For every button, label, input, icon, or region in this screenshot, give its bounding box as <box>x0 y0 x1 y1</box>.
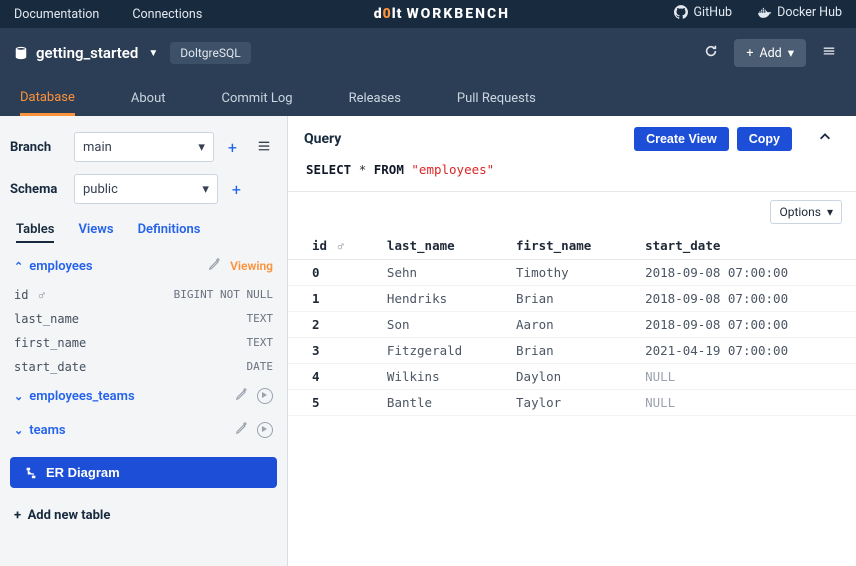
table-header-row: id ♂ last_name first_name start_date <box>288 232 856 260</box>
plus-icon: + <box>14 508 21 523</box>
caret-down-icon: ▼ <box>148 48 158 59</box>
nav-connections[interactable]: Connections <box>132 7 202 22</box>
nav-documentation[interactable]: Documentation <box>14 7 99 22</box>
diagram-icon <box>24 466 38 480</box>
sidebar: Branch main ▾ + Schema public ▾ + Tables… <box>0 116 288 566</box>
viewing-badge: Viewing <box>230 259 273 273</box>
column-row: id ♂BIGINT NOT NULL <box>8 283 279 307</box>
caret-down-icon: ▾ <box>202 182 209 197</box>
edit-table-button[interactable] <box>208 257 222 275</box>
tab-releases[interactable]: Releases <box>349 91 401 116</box>
hamburger-icon <box>822 44 836 58</box>
key-icon: ♂ <box>39 291 45 302</box>
col-header-first-name[interactable]: first_name <box>506 232 635 260</box>
col-header-last-name[interactable]: last_name <box>377 232 506 260</box>
chevron-down-icon: ⌄ <box>14 390 23 403</box>
edit-table-button[interactable] <box>235 421 249 439</box>
branch-label: Branch <box>10 140 66 155</box>
subtab-definitions[interactable]: Definitions <box>138 222 201 243</box>
collapse-query-button[interactable] <box>810 126 840 152</box>
db-header: getting_started ▼ DoltgreSQL + Add ▾ <box>0 28 856 78</box>
caret-down-icon: ▾ <box>198 140 205 155</box>
engine-pill: DoltgreSQL <box>170 42 250 64</box>
table-row[interactable]: 2SonAaron2018-09-08 07:00:00 <box>288 312 856 338</box>
schema-label: Schema <box>10 182 66 197</box>
top-nav: Documentation Connections d0ltWORKBENCH … <box>0 0 856 28</box>
column-list: id ♂BIGINT NOT NULL last_nameTEXT first_… <box>8 283 279 379</box>
column-row: last_nameTEXT <box>8 307 279 331</box>
chevron-up-icon <box>818 130 832 144</box>
list-icon <box>257 139 271 153</box>
schema-select[interactable]: public ▾ <box>74 174 218 204</box>
create-view-button[interactable]: Create View <box>634 127 729 151</box>
sql-text: SELECT * FROM "employees" <box>288 158 856 192</box>
refresh-button[interactable] <box>698 38 724 68</box>
table-row[interactable]: 4WilkinsDaylonNULL <box>288 364 856 390</box>
new-schema-button[interactable]: + <box>226 176 247 203</box>
tab-commit-log[interactable]: Commit Log <box>222 91 293 116</box>
table-item-teams[interactable]: ⌄ teams <box>8 413 279 447</box>
chevron-down-icon: ⌄ <box>14 424 23 437</box>
col-header-id[interactable]: id ♂ <box>288 232 377 260</box>
er-diagram-button[interactable]: ER Diagram <box>10 457 277 488</box>
results-table: id ♂ last_name first_name start_date 0Se… <box>288 232 856 416</box>
subtab-views[interactable]: Views <box>78 222 113 243</box>
col-header-start-date[interactable]: start_date <box>635 232 856 260</box>
github-icon <box>674 5 688 19</box>
add-button[interactable]: + Add ▾ <box>734 39 806 67</box>
table-item-employees[interactable]: ⌃ employees Viewing <box>8 249 279 283</box>
branch-menu-button[interactable] <box>251 134 277 161</box>
main-tabs: Database About Commit Log Releases Pull … <box>0 78 856 116</box>
tab-pull-requests[interactable]: Pull Requests <box>457 91 536 116</box>
column-row: first_nameTEXT <box>8 331 279 355</box>
table-item-employees-teams[interactable]: ⌄ employees_teams <box>8 379 279 413</box>
tab-about[interactable]: About <box>131 91 166 116</box>
nav-github[interactable]: GitHub <box>674 5 732 20</box>
key-icon: ♂ <box>338 242 344 253</box>
run-table-button[interactable] <box>257 422 273 438</box>
app-logo: d0ltWORKBENCH <box>232 6 651 22</box>
caret-down-icon: ▾ <box>827 205 833 219</box>
subtab-tables[interactable]: Tables <box>16 222 54 243</box>
docker-icon <box>757 5 771 19</box>
query-title: Query <box>304 131 341 147</box>
database-icon <box>14 46 28 60</box>
refresh-icon <box>704 44 718 58</box>
caret-down-icon: ▾ <box>788 45 794 61</box>
sidebar-subtabs: Tables Views Definitions <box>8 210 279 249</box>
edit-table-button[interactable] <box>235 387 249 405</box>
branch-select[interactable]: main ▾ <box>74 132 214 162</box>
nav-dockerhub[interactable]: Docker Hub <box>757 5 842 20</box>
content-area: Query Create View Copy SELECT * FROM "em… <box>288 116 856 566</box>
table-row[interactable]: 5BantleTaylorNULL <box>288 390 856 416</box>
run-table-button[interactable] <box>257 388 273 404</box>
options-button[interactable]: Options ▾ <box>770 200 842 224</box>
copy-button[interactable]: Copy <box>737 127 792 151</box>
chevron-up-icon: ⌃ <box>14 260 23 273</box>
table-row[interactable]: 1HendriksBrian2018-09-08 07:00:00 <box>288 286 856 312</box>
db-selector[interactable]: getting_started ▼ <box>14 44 158 62</box>
new-branch-button[interactable]: + <box>222 134 243 161</box>
tab-database[interactable]: Database <box>20 90 75 116</box>
menu-button[interactable] <box>816 38 842 68</box>
column-row: start_dateDATE <box>8 355 279 379</box>
add-new-table-button[interactable]: + Add new table <box>8 498 279 533</box>
table-row[interactable]: 0SehnTimothy2018-09-08 07:00:00 <box>288 260 856 286</box>
table-row[interactable]: 3FitzgeraldBrian2021-04-19 07:00:00 <box>288 338 856 364</box>
plus-icon: + <box>746 46 753 61</box>
